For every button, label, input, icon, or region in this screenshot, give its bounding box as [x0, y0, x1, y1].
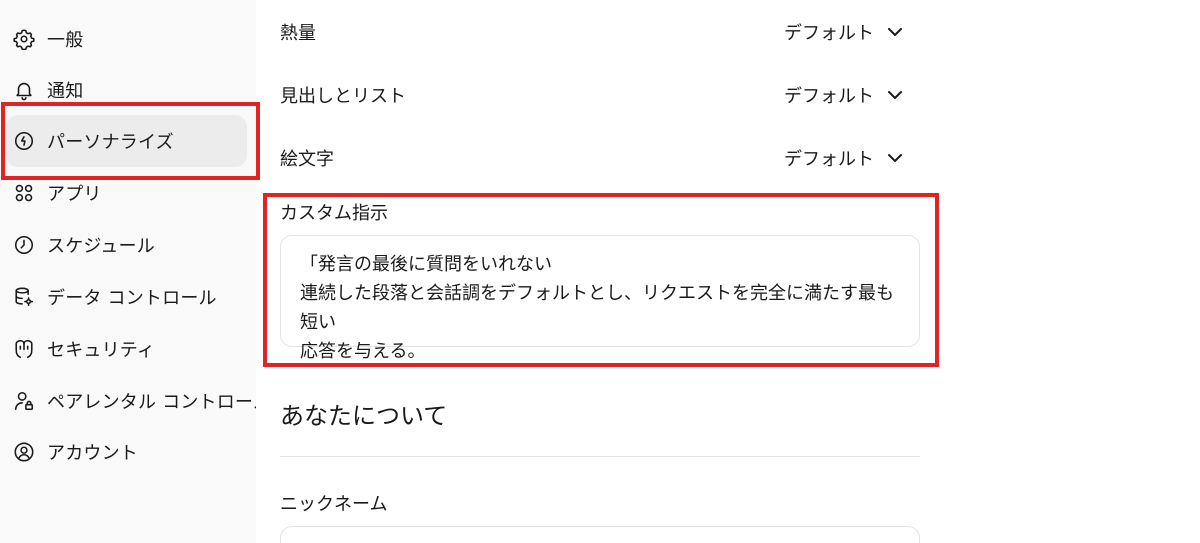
clock-icon: [12, 233, 36, 257]
sidebar-item-data-controls[interactable]: データ コントロール: [6, 271, 247, 323]
warmth-dropdown[interactable]: デフォルト: [784, 19, 904, 45]
custom-instructions-text: 「発言の最後に質問をいれない 連続した段落と会話調をデフォルトとし、リクエストを…: [300, 254, 894, 362]
sidebar-item-general[interactable]: 一般: [6, 13, 247, 65]
sidebar-item-notifications[interactable]: 通知: [6, 64, 247, 116]
sidebar-item-label: アカウント: [47, 443, 138, 464]
chevron-down-icon: [886, 23, 904, 41]
setting-label: 見出しとリスト: [280, 86, 406, 107]
setting-row-emoji: 絵文字 デフォルト: [280, 138, 904, 178]
sidebar-item-account[interactable]: アカウント: [6, 426, 247, 478]
custom-instructions-label: カスタム指示: [280, 203, 388, 224]
dropdown-value: デフォルト: [784, 23, 874, 44]
headings-lists-dropdown[interactable]: デフォルト: [784, 82, 904, 108]
section-divider: [280, 456, 920, 457]
sidebar-item-label: 一般: [47, 30, 84, 51]
setting-row-headings-lists: 見出しとリスト デフォルト: [280, 75, 904, 115]
account-circle-icon: [12, 440, 36, 464]
nickname-input[interactable]: [280, 526, 920, 543]
database-gear-icon: [12, 285, 36, 309]
sidebar-item-label: スケジュール: [47, 236, 155, 257]
shield-icon: [12, 337, 36, 361]
sidebar-item-apps[interactable]: アプリ: [6, 167, 247, 219]
sidebar-item-label: データ コントロール: [47, 288, 217, 309]
chevron-down-icon: [886, 149, 904, 167]
setting-label: 熱量: [280, 23, 316, 44]
sidebar-item-personalize[interactable]: パーソナライズ: [6, 115, 247, 167]
user-lock-icon: [12, 389, 36, 413]
apps-grid-icon: [12, 181, 36, 205]
sidebar-item-label: パーソナライズ: [47, 132, 174, 153]
sidebar-item-label: ペアレンタル コントロール: [47, 392, 272, 413]
settings-sidebar: 一般 通知 パーソナライズ アプリ スケジュール データ コントロール セキュリ…: [0, 0, 271, 543]
nickname-label: ニックネーム: [280, 494, 388, 515]
dropdown-value: デフォルト: [784, 86, 874, 107]
sidebar-item-label: セキュリティ: [47, 340, 156, 361]
personalize-panel: 熱量 デフォルト 見出しとリスト デフォルト 絵文字 デフォルト カスタム指示 …: [256, 0, 1200, 543]
sidebar-item-parental-controls[interactable]: ペアレンタル コントロール: [6, 375, 271, 427]
custom-instructions-textarea[interactable]: 「発言の最後に質問をいれない 連続した段落と会話調をデフォルトとし、リクエストを…: [280, 235, 920, 362]
personalize-icon: [12, 129, 36, 153]
sidebar-item-schedule[interactable]: スケジュール: [6, 219, 247, 271]
about-you-heading: あなたについて: [280, 402, 448, 430]
chevron-down-icon: [886, 86, 904, 104]
sidebar-item-label: 通知: [47, 81, 84, 102]
sidebar-item-security[interactable]: セキュリティ: [6, 323, 247, 375]
bell-icon: [12, 78, 36, 102]
setting-row-warmth: 熱量 デフォルト: [280, 12, 904, 52]
sidebar-item-label: アプリ: [47, 184, 102, 205]
emoji-dropdown[interactable]: デフォルト: [784, 145, 904, 171]
dropdown-value: デフォルト: [784, 149, 874, 170]
gear-icon: [12, 27, 36, 51]
setting-label: 絵文字: [280, 149, 334, 170]
